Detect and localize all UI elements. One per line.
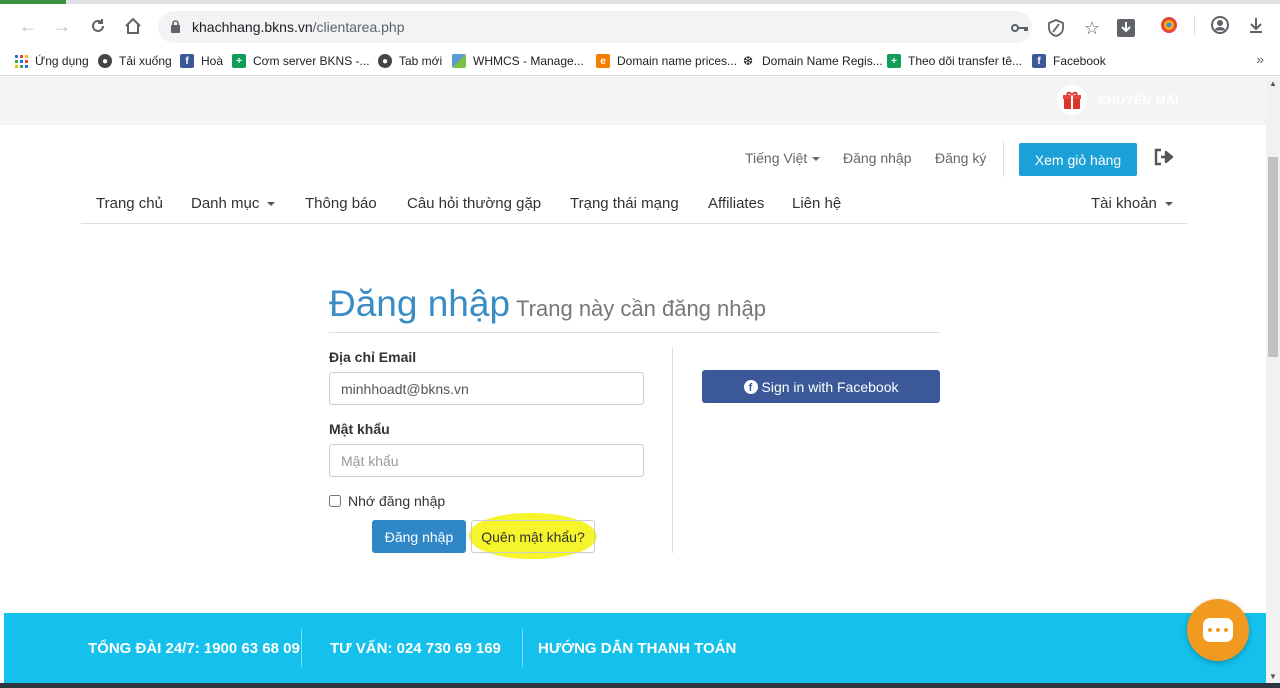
nav-categories[interactable]: Danh mục [191, 195, 276, 212]
facebook-icon: f [180, 54, 194, 68]
promo-label[interactable]: KHUYẾN MÃI [1098, 93, 1179, 107]
remember-label: Nhớ đăng nhập [348, 493, 446, 509]
page-scrollbar[interactable]: ▲ ▼ [1266, 77, 1280, 683]
bookmark-domain-prices[interactable]: e Domain name prices... [596, 52, 737, 70]
globe-icon: ● [98, 54, 112, 68]
footer-payment-guide[interactable]: HƯỚNG DẪN THANH TOÁN [538, 640, 736, 657]
url-text: khachhang.bkns.vn/clientarea.php [192, 19, 405, 35]
download-ext-icon[interactable] [1116, 18, 1136, 38]
green-plus-icon: + [887, 54, 901, 68]
apps-grid-icon [14, 54, 28, 68]
facebook-icon: f [743, 379, 758, 394]
bookmarks-bar: Ứng dụng ● Tải xuống f Hoà + Cơm server BKN… [0, 46, 1280, 76]
topnav-register-link[interactable]: Đăng ký [935, 150, 986, 166]
bookmark-hoa[interactable]: f Hoà [180, 52, 223, 70]
language-dropdown[interactable]: Tiếng Việt [745, 150, 821, 166]
column-divider [672, 347, 673, 553]
globe-icon: ● [378, 54, 392, 68]
bird-icon: ❆ [742, 54, 754, 68]
scroll-up-arrow-icon[interactable]: ▲ [1269, 79, 1277, 88]
home-icon[interactable] [121, 14, 145, 38]
star-bookmark-icon[interactable]: ☆ [1082, 18, 1102, 38]
bookmark-com-server[interactable]: + Cơm server BKNS -... [232, 52, 370, 70]
chat-icon [1203, 618, 1233, 642]
topnav-login-link[interactable]: Đăng nhập [843, 150, 912, 166]
bookmark-domain-registration[interactable]: ❆ Domain Name Regis... [741, 52, 883, 70]
email-label: Địa chỉ Email [329, 349, 417, 365]
nav-account-dropdown[interactable]: Tài khoản [1091, 195, 1173, 212]
caret-down-icon [267, 202, 276, 207]
green-plus-icon: + [232, 54, 246, 68]
footer-hotline[interactable]: TỔNG ĐÀI 24/7: 1900 63 68 09 [88, 640, 300, 657]
bookmark-facebook[interactable]: f Facebook [1032, 52, 1106, 70]
footer-bar: TỔNG ĐÀI 24/7: 1900 63 68 09 TƯ VẤN: 024… [4, 613, 1266, 683]
nav-account-label: Tài khoản [1091, 195, 1157, 212]
facebook-signin-label: Sign in with Facebook [761, 378, 899, 395]
nav-contact[interactable]: Liên hệ [792, 195, 841, 212]
reload-icon[interactable] [86, 14, 110, 38]
scroll-down-arrow-icon[interactable]: ▼ [1269, 672, 1277, 681]
shield-icon[interactable] [1046, 18, 1066, 38]
scrollbar-thumb[interactable] [1268, 157, 1278, 357]
page-title: Đăng nhập Trang này cần đăng nhập [329, 283, 766, 325]
password-field[interactable] [329, 444, 644, 477]
language-label: Tiếng Việt [745, 150, 808, 166]
whmcs-icon [452, 54, 466, 68]
extension-circle-icon[interactable] [1158, 14, 1180, 36]
login-submit-button[interactable]: Đăng nhập [372, 520, 466, 553]
browser-toolbar: ← → khachhang.bkns.vn/clientarea.php ☆ [0, 4, 1280, 46]
forward-arrow-icon[interactable]: → [50, 14, 74, 38]
chat-widget-button[interactable] [1187, 599, 1249, 661]
address-bar[interactable]: khachhang.bkns.vn/clientarea.php ☆ [158, 11, 1135, 43]
bookmark-apps[interactable]: Ứng dụng [14, 52, 89, 70]
password-label: Mật khẩu [329, 421, 390, 437]
remember-checkbox[interactable] [329, 495, 341, 507]
footer-divider [522, 629, 523, 667]
footer-divider [301, 629, 302, 667]
gift-icon[interactable] [1057, 85, 1087, 115]
os-taskbar [0, 683, 1280, 688]
nav-home[interactable]: Trang chủ [96, 195, 163, 212]
topnav-divider [1003, 141, 1004, 177]
email-field[interactable] [329, 372, 644, 405]
lock-icon [170, 20, 181, 38]
bookmark-tab-moi[interactable]: ● Tab mới [378, 52, 442, 70]
title-divider [329, 332, 940, 333]
view-cart-button[interactable]: Xem giỏ hàng [1019, 143, 1137, 176]
nav-affiliates[interactable]: Affiliates [708, 195, 764, 212]
caret-down-icon [1164, 202, 1173, 207]
bookmarks-overflow-button[interactable]: » [1256, 51, 1264, 67]
nav-network-status[interactable]: Trạng thái mạng [570, 195, 679, 212]
forgot-password-button[interactable]: Quên mật khẩu? [471, 520, 595, 553]
nav-faq[interactable]: Câu hỏi thường gặp [407, 195, 541, 212]
facebook-signin-button[interactable]: f Sign in with Facebook [702, 370, 940, 403]
nav-categories-label: Danh mục [191, 195, 260, 212]
nav-divider [81, 223, 1187, 224]
key-icon[interactable] [1010, 18, 1030, 38]
facebook-icon: f [1032, 54, 1046, 68]
bookmark-theo-doi-transfer[interactable]: + Theo dõi transfer tê... [887, 52, 1022, 70]
downloads-icon[interactable] [1245, 14, 1267, 36]
web-page: KHUYẾN MÃI Tiếng Việt Đăng nhập Đăng ký … [0, 77, 1266, 683]
login-subheading: Trang này cần đăng nhập [516, 296, 766, 321]
nav-announcements[interactable]: Thông báo [305, 195, 377, 212]
bookmark-tai-xuong[interactable]: ● Tải xuống [98, 52, 172, 70]
logout-icon[interactable] [1153, 148, 1175, 171]
caret-down-icon [812, 157, 821, 162]
back-arrow-icon[interactable]: ← [16, 14, 40, 38]
promo-bar: KHUYẾN MÃI [0, 77, 1266, 125]
orange-site-icon: e [596, 54, 610, 68]
remember-me[interactable]: Nhớ đăng nhập [329, 493, 445, 509]
footer-consult[interactable]: TƯ VẤN: 024 730 69 169 [330, 640, 501, 657]
toolbar-divider [1194, 15, 1195, 35]
profile-icon[interactable] [1209, 14, 1231, 36]
bookmark-whmcs[interactable]: WHMCS - Manage... [452, 52, 584, 70]
login-heading: Đăng nhập [329, 283, 511, 324]
